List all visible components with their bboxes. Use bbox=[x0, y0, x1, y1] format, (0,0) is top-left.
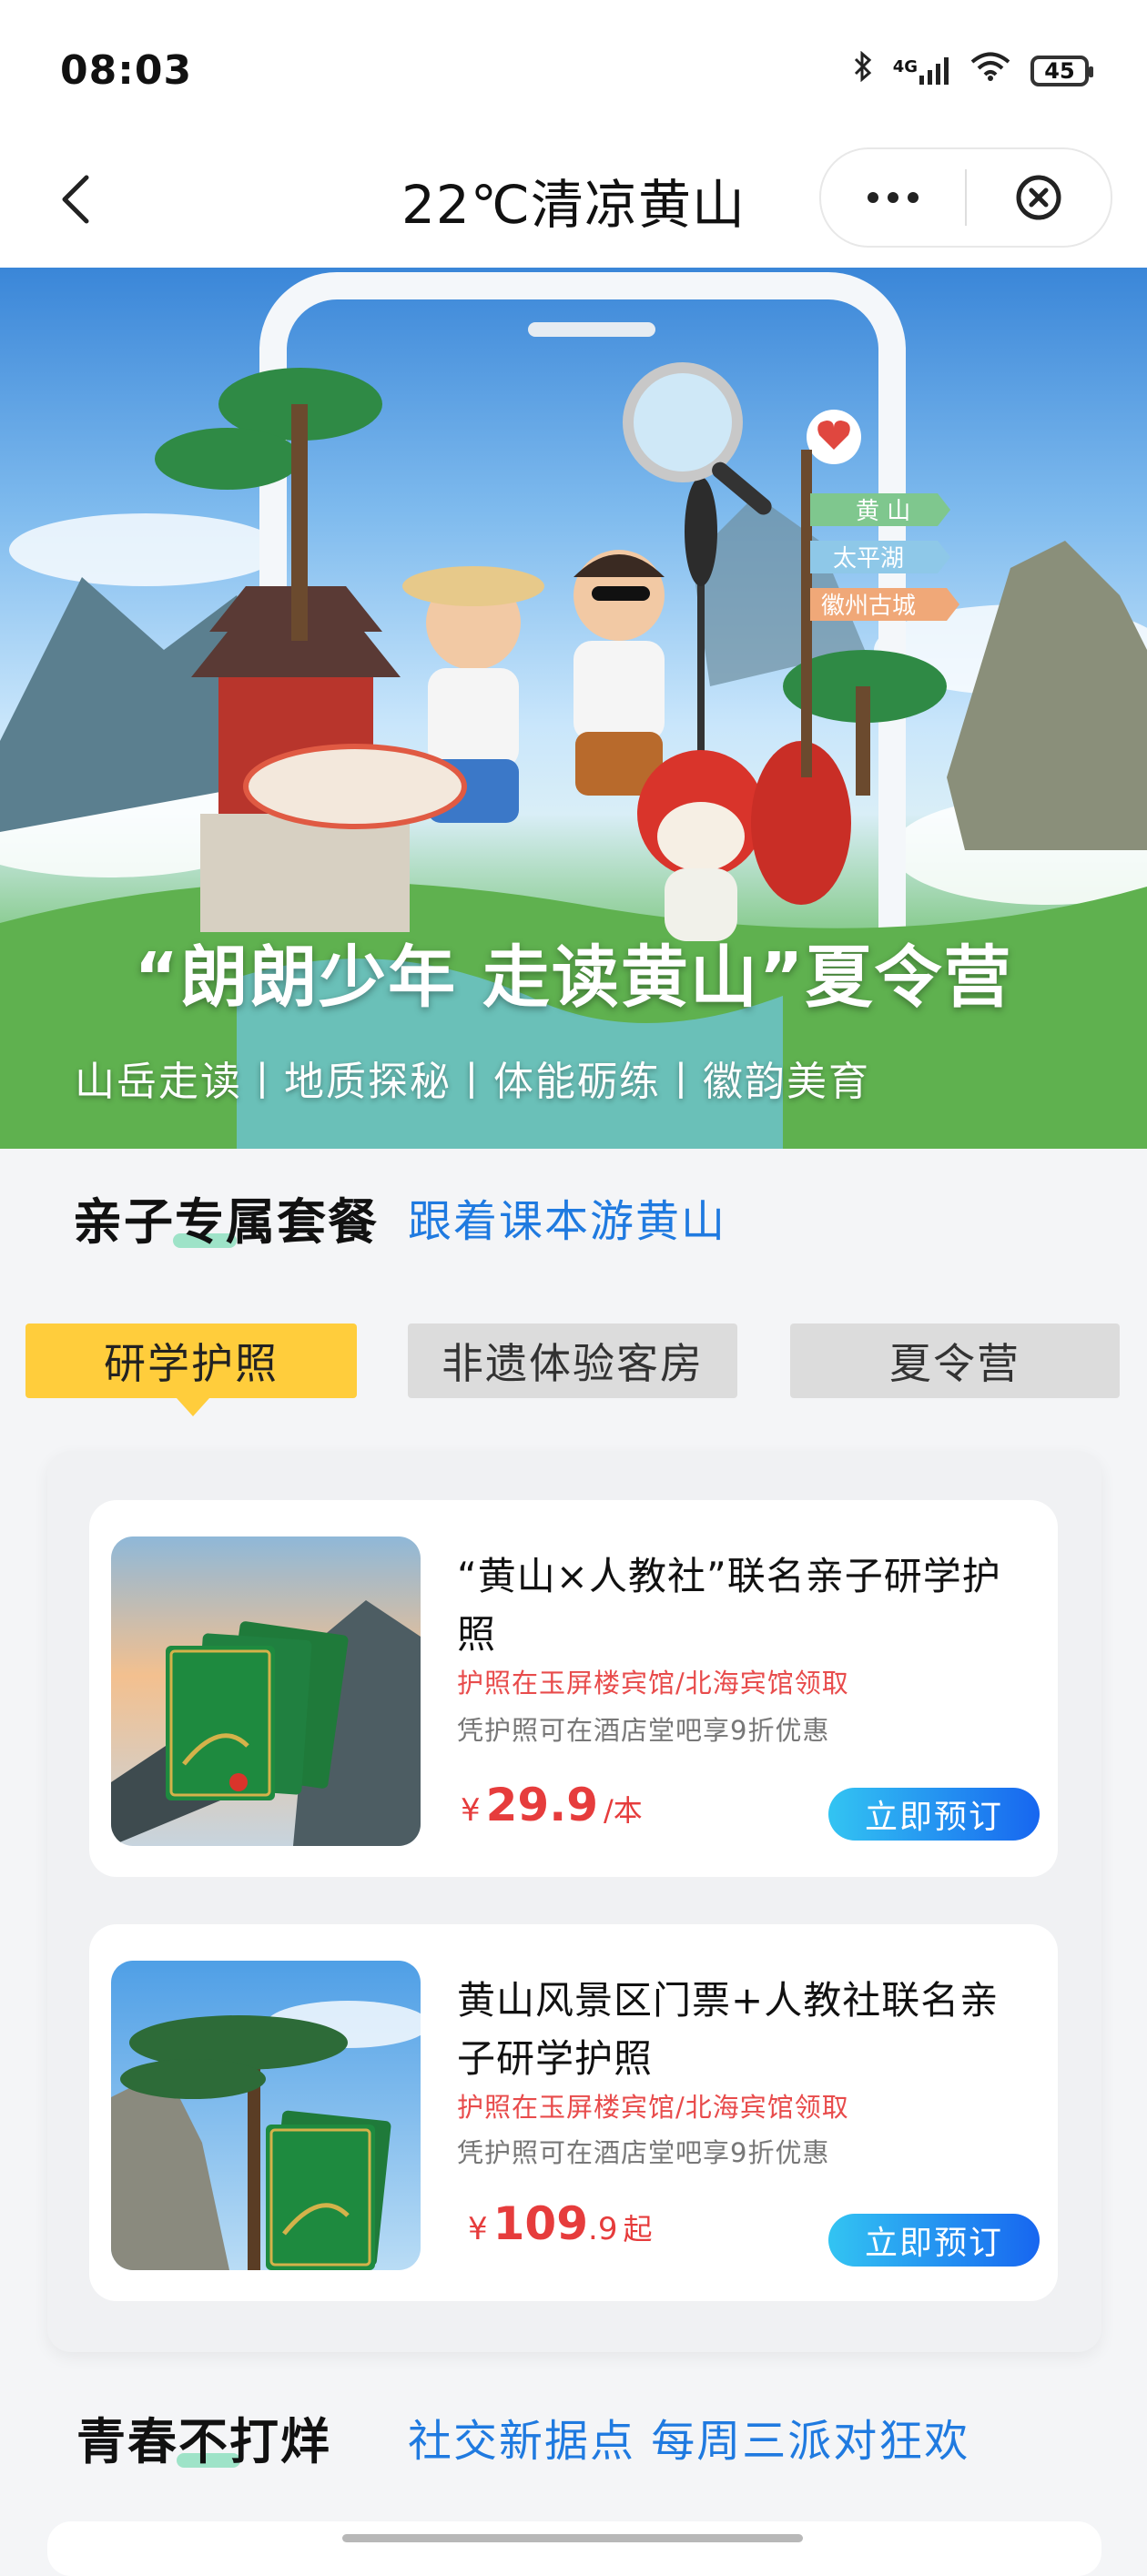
home-indicator[interactable] bbox=[342, 2534, 803, 2542]
youth-section-subtitle[interactable]: 社交新据点 每周三派对狂欢 bbox=[408, 2405, 969, 2469]
youth-section-title: 青春不打烊 bbox=[76, 2401, 331, 2473]
price-unit: 起 bbox=[623, 2212, 653, 2246]
battery-icon: 45 bbox=[1030, 55, 1093, 86]
product-pickup-note: 护照在玉屏楼宾馆/北海宾馆领取 bbox=[457, 1668, 849, 1699]
tab-heritage-rooms[interactable]: 非遗体验客房 bbox=[408, 1323, 737, 1398]
product-card[interactable]: “黄山×人教社”联名亲子研学护照 护照在玉屏楼宾馆/北海宾馆领取 凭护照可在酒店… bbox=[89, 1500, 1058, 1877]
price-symbol: ¥ bbox=[468, 2211, 488, 2247]
youth-section-title-text: 青春不打烊 bbox=[76, 2413, 331, 2470]
price-unit: /本 bbox=[604, 1793, 643, 1828]
product-image bbox=[111, 1536, 421, 1846]
product-price: ¥ 109 .9 起 bbox=[468, 2197, 652, 2250]
network-type: 4G bbox=[892, 56, 918, 76]
status-bar: 08:03 4G 45 bbox=[0, 0, 1147, 137]
active-tab-pointer bbox=[177, 1398, 209, 1416]
book-now-button[interactable]: 立即预订 bbox=[828, 1788, 1040, 1841]
tab-summer-camp[interactable]: 夏令营 bbox=[790, 1323, 1120, 1398]
price-decimal: .9 bbox=[588, 2211, 618, 2247]
wifi-icon bbox=[970, 52, 1010, 89]
product-name: “黄山×人教社”联名亲子研学护照 bbox=[457, 1554, 1001, 1657]
banner-title: “朗朗少年 走读黄山”夏令营 bbox=[134, 938, 1013, 1017]
family-section-title-text: 亲子专属套餐 bbox=[73, 1193, 379, 1251]
promo-banner[interactable]: 黄 山 太平湖 徽州古城 “朗朗少年 走读黄山”夏令营 山岳走读丨地质探秘丨体能… bbox=[0, 268, 1147, 1149]
status-icons: 4G 45 bbox=[853, 50, 1093, 90]
price-value: 29.9 bbox=[485, 1779, 599, 1831]
bluetooth-icon bbox=[853, 50, 873, 90]
more-button[interactable] bbox=[821, 149, 965, 246]
signpost-taiping-lake: 太平湖 bbox=[833, 545, 904, 573]
product-perk-note: 凭护照可在酒店堂吧享9折优惠 bbox=[457, 2137, 830, 2168]
price-value: 109 bbox=[492, 2197, 589, 2250]
more-dots-icon bbox=[868, 192, 919, 203]
nav-bar: 22℃清凉黄山 bbox=[0, 137, 1147, 268]
battery-level: 45 bbox=[1044, 57, 1075, 84]
product-perk-note: 凭护照可在酒店堂吧享9折优惠 bbox=[457, 1715, 830, 1746]
product-card[interactable]: 黄山风景区门票+人教社联名亲子研学护照 护照在玉屏楼宾馆/北海宾馆领取 凭护照可… bbox=[89, 1924, 1058, 2301]
mini-program-capsule bbox=[819, 147, 1112, 248]
family-section-title: 亲子专属套餐 bbox=[73, 1182, 379, 1253]
tab-study-passport[interactable]: 研学护照 bbox=[25, 1323, 357, 1398]
product-name: 黄山风景区门票+人教社联名亲子研学护照 bbox=[457, 1978, 1000, 2081]
signal-icon: 4G bbox=[892, 56, 950, 85]
price-symbol: ¥ bbox=[461, 1792, 481, 1829]
product-pickup-note: 护照在玉屏楼宾馆/北海宾馆领取 bbox=[457, 2092, 849, 2123]
close-button[interactable] bbox=[967, 149, 1111, 246]
signpost-huizhou: 徽州古城 bbox=[821, 593, 916, 620]
banner-subtitle: 山岳走读丨地质探秘丨体能砺练丨徽韵美育 bbox=[75, 1059, 870, 1105]
book-now-button[interactable]: 立即预订 bbox=[828, 2214, 1040, 2267]
product-image bbox=[111, 1961, 421, 2270]
next-section-card bbox=[47, 2521, 1101, 2576]
signpost-huangshan: 黄 山 bbox=[856, 498, 910, 525]
family-section-subtitle[interactable]: 跟着课本游黄山 bbox=[408, 1185, 726, 1249]
close-circle-icon bbox=[1016, 175, 1061, 220]
status-time: 08:03 bbox=[60, 47, 193, 94]
product-price: ¥ 29.9 /本 bbox=[461, 1779, 643, 1831]
